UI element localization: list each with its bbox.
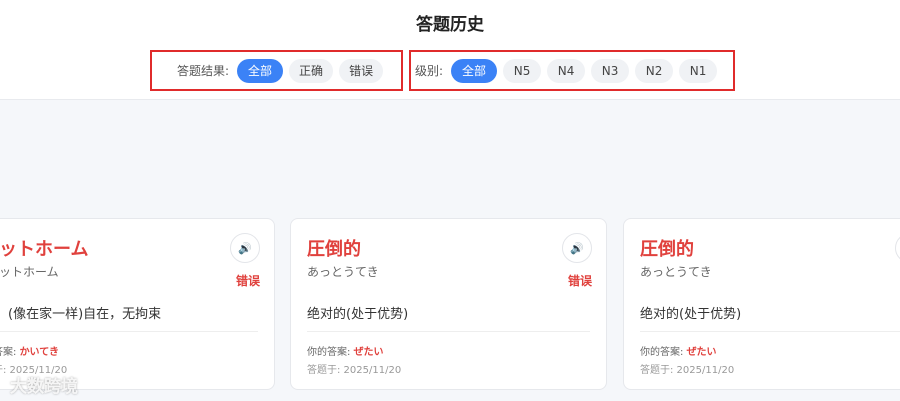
level-filter-all[interactable]: 全部 <box>451 58 498 83</box>
card-meaning: 绝对的(处于优势) <box>307 307 409 322</box>
result-filter-all[interactable]: 全部 <box>237 58 284 83</box>
card-reading: あっとうてき <box>307 265 379 279</box>
header: 答题历史 答题结果: 全部 正确 错误 级别: 全部 N5 N4 N3 N2 N… <box>0 0 900 100</box>
watermark: 大数跨境 <box>10 377 78 397</box>
card-word: 圧倒的 <box>640 239 694 260</box>
history-card: 圧倒的 あっとうてき 🔊 绝对的(处于优势) 你的答案: ぜたい 答题于: 20… <box>623 218 900 390</box>
speaker-icon[interactable]: 🔊 <box>562 233 592 263</box>
level-filter-n1[interactable]: N1 <box>679 58 718 83</box>
card-word: ットホーム <box>0 239 89 260</box>
result-filter: 答题结果: 全部 正确 错误 <box>150 50 403 91</box>
speaker-icon[interactable]: 🔊 <box>895 233 900 263</box>
card-date: 答题于: 2025/11/20 <box>307 365 402 376</box>
history-card: ットホーム ットホーム 🔊 错误 ，(像在家一样)自在，无拘束 答案: かいてき… <box>0 218 275 390</box>
card-meaning: ，(像在家一样)自在，无拘束 <box>0 307 162 322</box>
card-answer: 答案: かいてき <box>0 343 59 358</box>
level-filter-n5[interactable]: N5 <box>503 58 542 83</box>
result-filter-wrong[interactable]: 错误 <box>339 58 384 83</box>
answer-label: 你的答案: <box>307 347 351 358</box>
level-filter: 级别: 全部 N5 N4 N3 N2 N1 <box>409 50 735 91</box>
history-card: 圧倒的 あっとうてき 🔊 错误 绝对的(处于优势) 你的答案: ぜたい 答题于:… <box>290 218 607 390</box>
level-filter-n4[interactable]: N4 <box>547 58 586 83</box>
level-filter-n3[interactable]: N3 <box>591 58 630 83</box>
page-title: 答题历史 <box>416 15 484 35</box>
card-reading: あっとうてき <box>640 265 712 279</box>
divider <box>307 331 590 332</box>
divider <box>640 331 900 332</box>
answer-value: ぜたい <box>353 347 384 358</box>
level-filter-n2[interactable]: N2 <box>635 58 674 83</box>
card-status: 错误 <box>235 274 260 288</box>
answer-value: ぜたい <box>686 347 717 358</box>
speaker-icon[interactable]: 🔊 <box>230 233 260 263</box>
level-filter-label: 级别: <box>415 64 444 78</box>
card-date: 答题于: 2025/11/20 <box>640 365 735 376</box>
result-filter-label: 答题结果: <box>177 64 230 78</box>
card-meaning: 绝对的(处于优势) <box>640 307 742 322</box>
divider <box>0 331 258 332</box>
answer-value: かいてき <box>19 347 59 358</box>
card-reading: ットホーム <box>0 265 59 279</box>
answer-label: 你的答案: <box>640 347 684 358</box>
result-filter-correct[interactable]: 正确 <box>289 58 334 83</box>
card-answer: 你的答案: ぜたい <box>640 343 717 358</box>
card-word: 圧倒的 <box>307 239 361 260</box>
answer-label: 答案: <box>0 347 17 358</box>
card-status: 错误 <box>567 274 592 288</box>
card-answer: 你的答案: ぜたい <box>307 343 384 358</box>
